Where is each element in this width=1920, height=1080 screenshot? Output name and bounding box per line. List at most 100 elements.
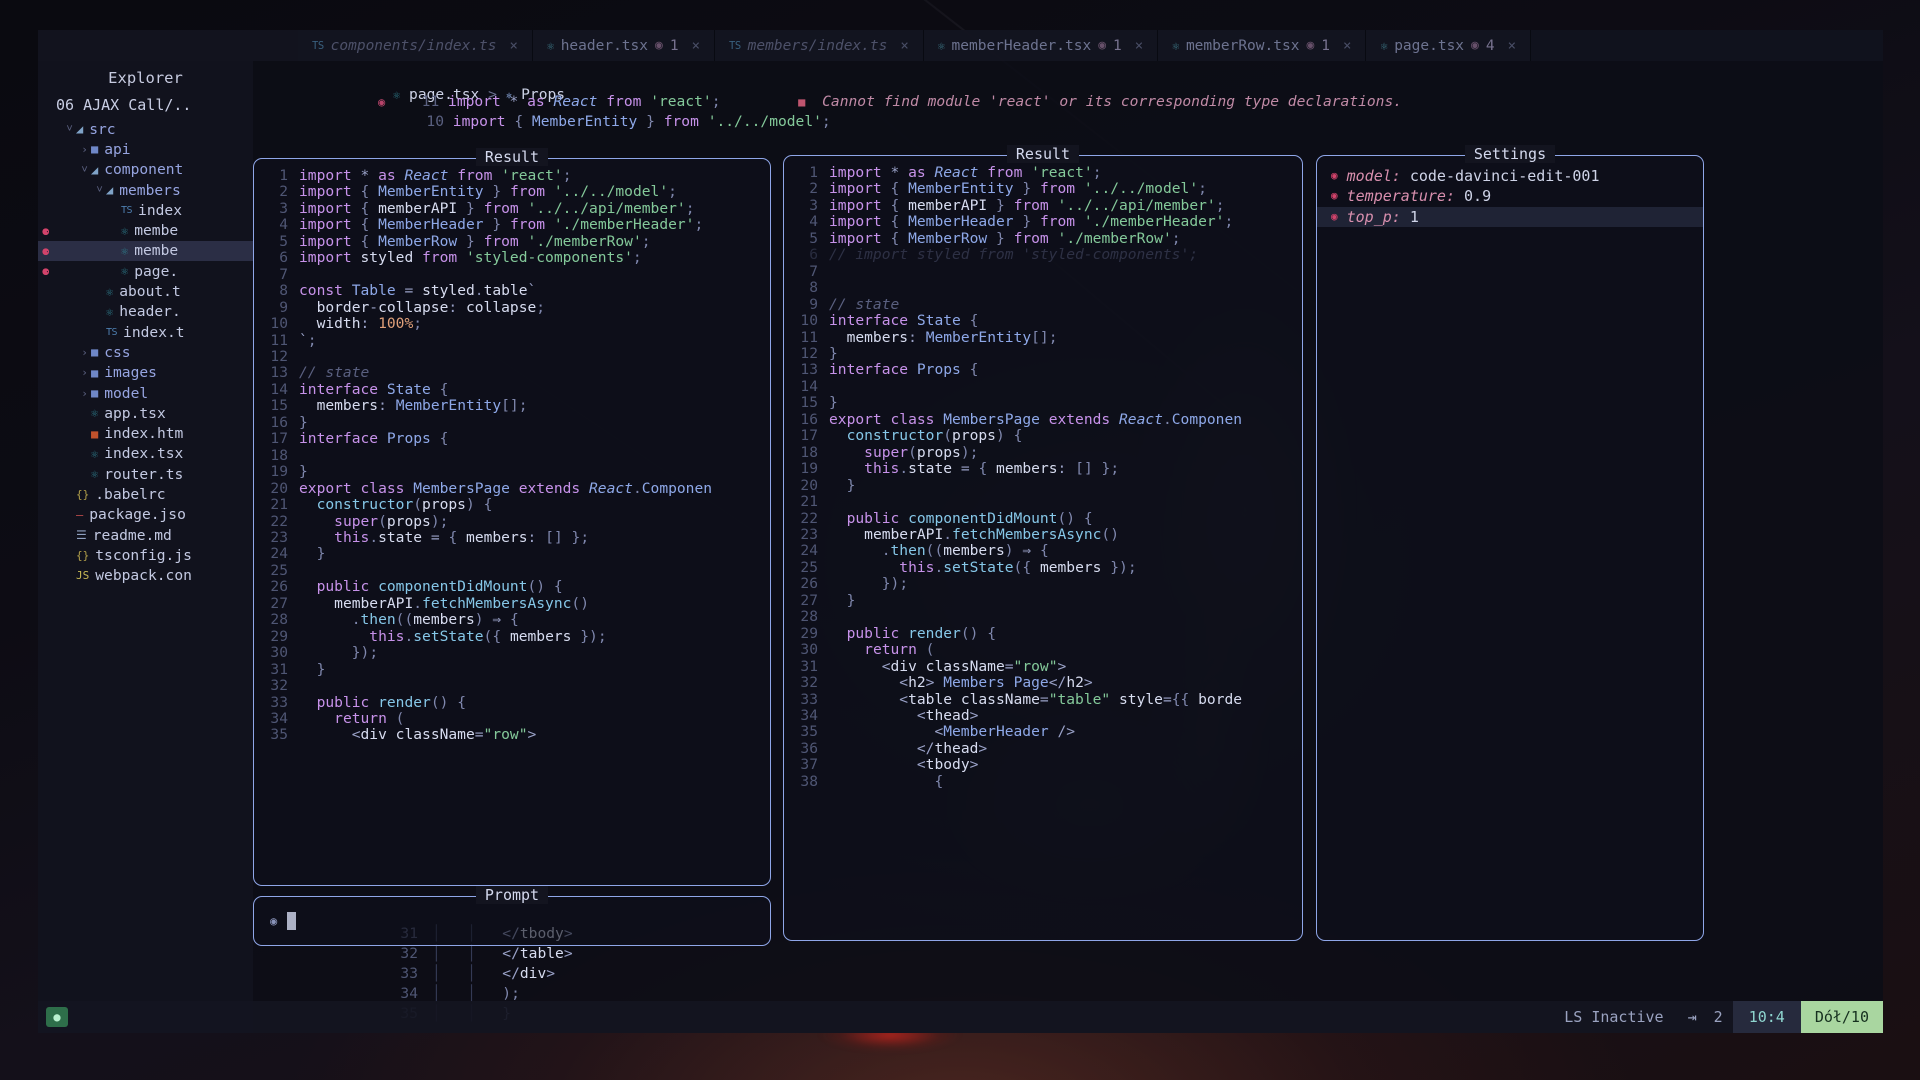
right-result-code[interactable]: 1import * as React from 'react';2import … xyxy=(784,156,1302,796)
chevron-icon[interactable]: › xyxy=(78,366,91,379)
tree-item-about-t[interactable]: ⚛about.t xyxy=(38,281,253,301)
react-icon: ⚛ xyxy=(547,39,554,53)
code-line: 3import { memberAPI } from '../../api/me… xyxy=(254,201,770,217)
line-number: 34 xyxy=(254,711,288,727)
tree-item--babelrc[interactable]: {}.babelrc xyxy=(38,484,253,504)
line-number: 1 xyxy=(784,165,818,181)
line-number: 10 xyxy=(254,316,288,332)
tree-item-src[interactable]: ˅◢src xyxy=(38,119,253,139)
tree-item-index-tsx[interactable]: ⚛index.tsx xyxy=(38,444,253,464)
tree-item-tsconfig-js[interactable]: {}tsconfig.js xyxy=(38,545,253,565)
error-badge-icon: ⚈ xyxy=(42,224,49,238)
code-line: 37 <tbody> xyxy=(784,757,1302,773)
status-left: ● xyxy=(38,1007,68,1027)
html-icon: ■ xyxy=(91,427,98,441)
line-number: 22 xyxy=(254,514,288,530)
tree-item-webpack-con[interactable]: JSwebpack.con xyxy=(38,566,253,586)
code-line: 36 </thead> xyxy=(784,741,1302,757)
tree-item-css[interactable]: ›■css xyxy=(38,342,253,362)
tree-item-label: css xyxy=(104,344,130,361)
settings-list[interactable]: ◉model: code-davinci-edit-001◉temperatur… xyxy=(1317,156,1703,227)
tab-close-icon[interactable]: × xyxy=(692,38,700,54)
tree-item-label: images xyxy=(104,364,157,381)
tree-item-api[interactable]: ›■api xyxy=(38,139,253,159)
setting-value[interactable]: 0.9 xyxy=(1464,186,1491,206)
tree-item-members[interactable]: ˅◢members xyxy=(38,180,253,200)
code-line: 25 this.setState({ members }); xyxy=(784,560,1302,576)
code-line: 1import * as React from 'react'; xyxy=(254,168,770,184)
tree-item-images[interactable]: ›■ images xyxy=(38,363,253,383)
tab-close-icon[interactable]: × xyxy=(1135,38,1143,54)
tree-item-index-t[interactable]: TSindex.t xyxy=(38,322,253,342)
tab-error-count: 1 xyxy=(1113,38,1122,54)
tab-close-icon[interactable]: × xyxy=(900,38,908,54)
chevron-icon[interactable]: › xyxy=(78,346,91,359)
setting-value[interactable]: code-davinci-edit-001 xyxy=(1410,166,1600,186)
status-tab-size[interactable]: ⇥ 2 xyxy=(1678,1008,1733,1026)
status-bar: ● LS Inactive ⇥ 2 10:4 Dół/10 xyxy=(38,1001,1883,1033)
tree-item-router-ts[interactable]: ⚛router.ts xyxy=(38,464,253,484)
tree-item-membe[interactable]: ⚈⚛membe xyxy=(38,241,253,261)
tab-error-count: 4 xyxy=(1486,38,1495,54)
setting-row-temperature[interactable]: ◉temperature: 0.9 xyxy=(1317,186,1703,206)
tree-item-membe[interactable]: ⚈⚛membe xyxy=(38,220,253,240)
code-line: 5import { MemberRow } from './memberRow'… xyxy=(784,231,1302,247)
code-line: 25 xyxy=(254,563,770,579)
setting-row-model[interactable]: ◉model: code-davinci-edit-001 xyxy=(1317,166,1703,186)
tab-close-icon[interactable]: × xyxy=(1343,38,1351,54)
tree-item-component[interactable]: ˅◢component xyxy=(38,160,253,180)
status-cursor-position[interactable]: 10:4 xyxy=(1733,1001,1801,1033)
tree-item-readme-md[interactable]: ☰readme.md xyxy=(38,525,253,545)
tab-close-icon[interactable]: × xyxy=(510,38,518,54)
ts-icon: TS xyxy=(312,40,324,52)
tab-close-icon[interactable]: × xyxy=(1508,38,1516,54)
code-line: 26 }); xyxy=(784,576,1302,592)
tree-item-app-tsx[interactable]: ⚛app.tsx xyxy=(38,403,253,423)
setting-row-top_p[interactable]: ◉top_p: 1 xyxy=(1317,207,1703,227)
tree-item-page-[interactable]: ⚈⚛page. xyxy=(38,261,253,281)
tree-item-label: src xyxy=(89,121,115,138)
line-number: 2 xyxy=(254,184,288,200)
setting-value[interactable]: 1 xyxy=(1410,207,1419,227)
tab-members-index-ts[interactable]: TSmembers/index.ts× xyxy=(715,30,924,61)
tab-memberrow-tsx[interactable]: ⚛memberRow.tsx◉1× xyxy=(1158,30,1366,61)
tab-page-tsx[interactable]: ⚛page.tsx◉4× xyxy=(1366,30,1531,61)
tree-item-package-jso[interactable]: –package.jso xyxy=(38,505,253,525)
line-number: 37 xyxy=(784,757,818,773)
code-line: 11 members: MemberEntity[]; xyxy=(784,330,1302,346)
chevron-icon[interactable]: ˅ xyxy=(93,183,106,197)
tree-item-label: tsconfig.js xyxy=(95,547,192,564)
code-line: 7 xyxy=(254,267,770,283)
line-number: 33 xyxy=(784,692,818,708)
status-ls[interactable]: LS Inactive xyxy=(1550,1008,1677,1026)
code-line: 20export class MembersPage extends React… xyxy=(254,481,770,497)
source-control-icon[interactable]: ● xyxy=(46,1007,68,1027)
prompt-panel[interactable]: Prompt ◉ xyxy=(253,896,771,946)
line-number: 18 xyxy=(784,445,818,461)
error-badge-icon: ⚈ xyxy=(42,264,49,278)
prompt-input-row[interactable]: ◉ xyxy=(254,897,770,945)
tab-components-index-ts[interactable]: TScomponents/index.ts× xyxy=(298,30,533,61)
tab-bar: TScomponents/index.ts×⚛header.tsx◉1×TSme… xyxy=(38,30,1883,61)
tree-item-index-htm[interactable]: ■index.htm xyxy=(38,423,253,443)
tree-item-header-[interactable]: ⚛header. xyxy=(38,302,253,322)
folder-icon: ■ xyxy=(91,366,98,380)
settings-panel-title: Settings xyxy=(1317,145,1703,163)
status-scroll-percent[interactable]: Dół/10 xyxy=(1801,1001,1883,1033)
tree-item-model[interactable]: ›■model xyxy=(38,383,253,403)
react-icon: ⚛ xyxy=(938,39,945,53)
chevron-icon[interactable]: › xyxy=(78,387,91,400)
chevron-icon[interactable]: › xyxy=(78,143,91,156)
code-line: 1import * as React from 'react'; xyxy=(784,165,1302,181)
tab-memberheader-tsx[interactable]: ⚛memberHeader.tsx◉1× xyxy=(924,30,1158,61)
chevron-icon[interactable]: ˅ xyxy=(78,163,91,177)
code-line: 11`; xyxy=(254,333,770,349)
line-number: 3 xyxy=(254,201,288,217)
chevron-icon[interactable]: ˅ xyxy=(63,122,76,136)
left-result-code[interactable]: 1import * as React from 'react';2import … xyxy=(254,159,770,750)
tree-item-label: index.t xyxy=(123,324,185,341)
tab-header-tsx[interactable]: ⚛header.tsx◉1× xyxy=(533,30,715,61)
tree-item-index[interactable]: TSindex xyxy=(38,200,253,220)
line-number: 26 xyxy=(254,579,288,595)
file-tree[interactable]: ˅◢src›■api˅◢component˅◢membersTSindex⚈⚛m… xyxy=(38,119,253,586)
